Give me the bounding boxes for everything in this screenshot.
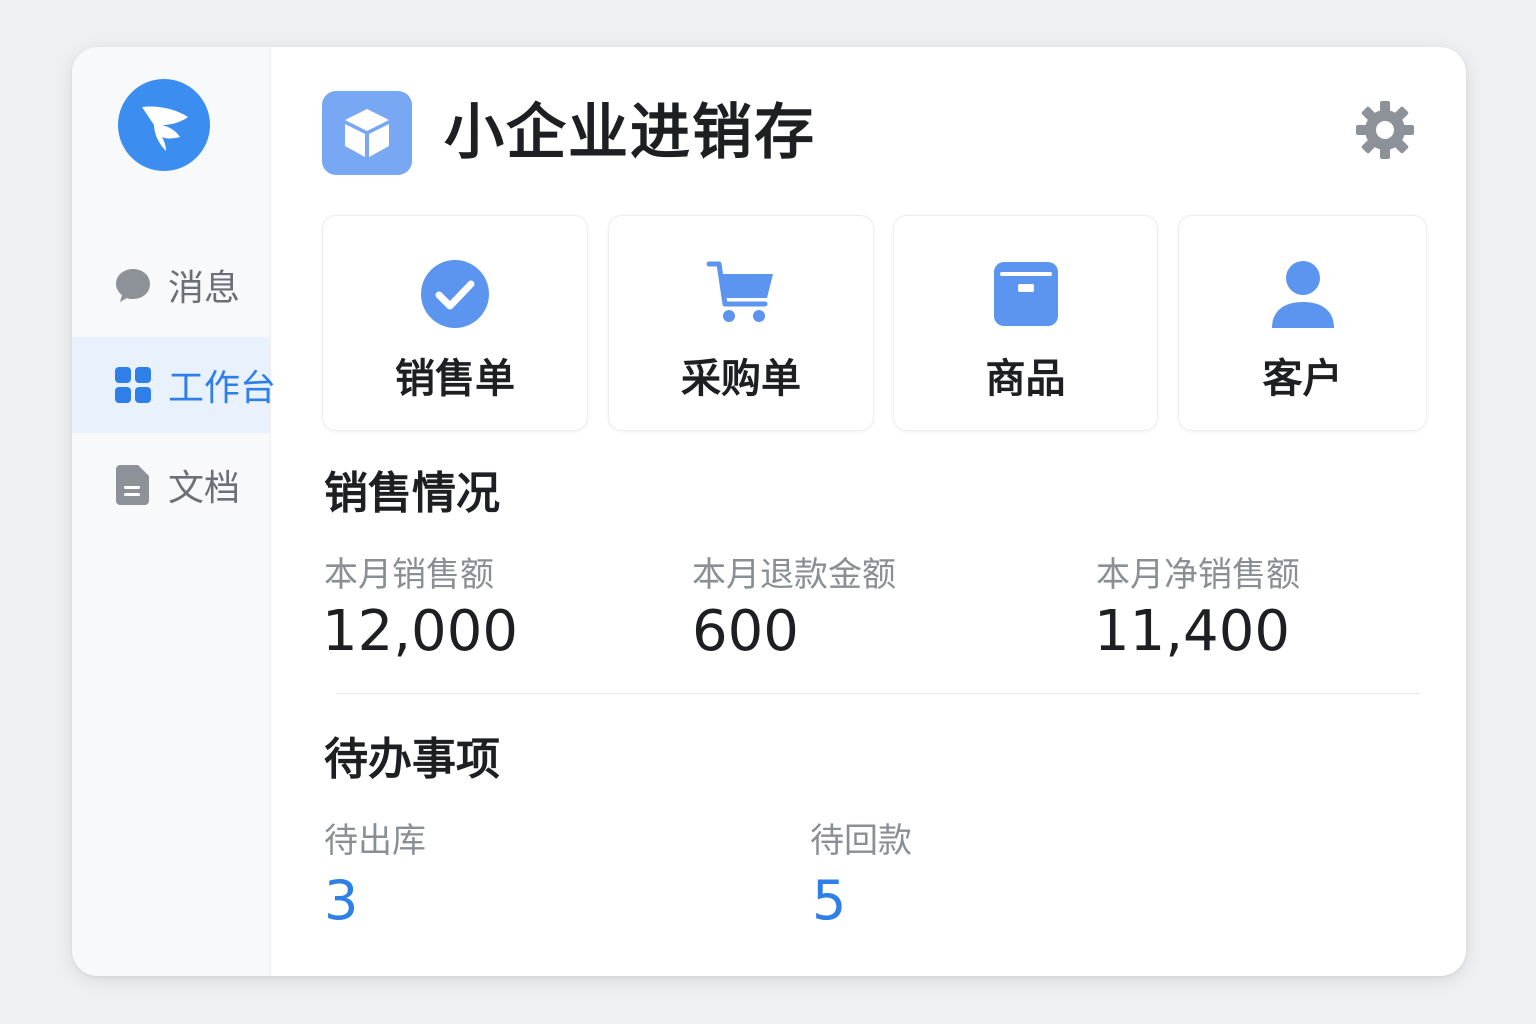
chat-bubble-icon xyxy=(114,266,152,304)
tile-label: 销售单 xyxy=(395,356,515,402)
tile-products[interactable]: 商品 xyxy=(893,215,1158,431)
sidebar-item-label: 消息 xyxy=(168,268,241,309)
box-icon xyxy=(990,258,1062,330)
app-box-icon xyxy=(322,91,412,175)
user-icon xyxy=(1267,258,1339,330)
sidebar: 消息 工作台 文档 xyxy=(72,47,276,976)
gear-icon[interactable] xyxy=(1354,99,1416,161)
monthly-sales-label: 本月销售额 xyxy=(324,555,494,595)
tile-sales-order[interactable]: 销售单 xyxy=(322,215,588,431)
sidebar-item-label: 文档 xyxy=(168,468,241,509)
tile-label: 客户 xyxy=(1262,356,1343,402)
page-title: 小企业进销存 xyxy=(444,98,816,168)
pending-outbound-count[interactable]: 3 xyxy=(324,869,358,932)
monthly-refund-label: 本月退款金额 xyxy=(692,555,896,595)
grid-icon xyxy=(114,366,152,404)
monthly-sales-value: 12,000 xyxy=(322,599,518,664)
sales-section-title: 销售情况 xyxy=(324,468,500,519)
monthly-refund-value: 600 xyxy=(692,599,799,664)
pending-payment-label: 待回款 xyxy=(810,821,912,861)
check-circle-icon xyxy=(419,258,491,330)
sidebar-item-label: 工作台 xyxy=(168,368,277,409)
sidebar-item-docs[interactable]: 文档 xyxy=(72,437,270,533)
pending-payment-count[interactable]: 5 xyxy=(812,869,846,932)
sidebar-item-messages[interactable]: 消息 xyxy=(72,237,270,333)
tile-customers[interactable]: 客户 xyxy=(1178,215,1427,431)
todo-section-title: 待办事项 xyxy=(324,734,500,785)
section-divider xyxy=(336,693,1420,694)
pending-outbound-label: 待出库 xyxy=(324,821,426,861)
monthly-net-sales-label: 本月净销售额 xyxy=(1096,555,1300,595)
app-window: 消息 工作台 文档 小企业进销存 销售单 采购单 商品 客户 销售情况 本月销售… xyxy=(72,47,1466,976)
tile-purchase-order[interactable]: 采购单 xyxy=(608,215,874,431)
sidebar-item-workbench[interactable]: 工作台 xyxy=(72,337,276,433)
cart-icon xyxy=(705,258,777,330)
monthly-net-sales-value: 11,400 xyxy=(1094,599,1290,664)
document-icon xyxy=(114,465,152,505)
tile-label: 采购单 xyxy=(681,356,801,402)
app-logo-icon[interactable] xyxy=(118,79,210,171)
tile-label: 商品 xyxy=(985,356,1066,402)
